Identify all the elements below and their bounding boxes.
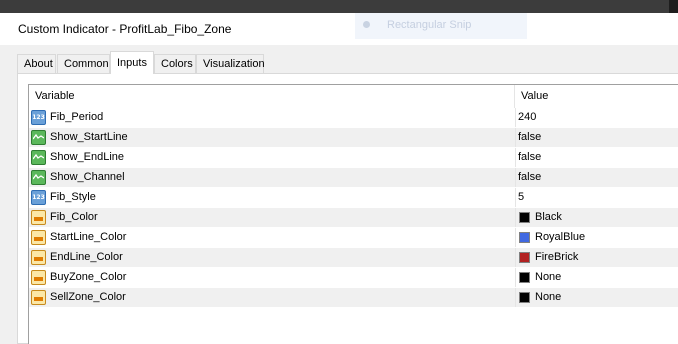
color-swatch [519,292,530,303]
numeric-icon: 123 [31,190,46,205]
variable-name: Show_Channel [50,171,125,183]
column-header-variable[interactable]: Variable [35,85,75,108]
table-row[interactable]: 123 Fib_Period 240 [29,108,678,128]
value-text: 5 [518,191,525,203]
tab-colors[interactable]: Colors [154,54,196,73]
value-cell[interactable]: 240 [515,108,678,127]
snip-label: Rectangular Snip [387,19,472,31]
numeric-icon-label: 123 [32,114,45,121]
value-text: false [518,151,542,163]
variable-cell[interactable]: 123 Fib_Style [29,188,514,207]
variable-cell[interactable]: Fib_Color [29,208,514,227]
table-row[interactable]: 123 Fib_Style 5 [29,188,678,208]
value-text: None [535,271,562,283]
color-swatch [519,232,530,243]
value-text: FireBrick [535,251,579,263]
column-header-value[interactable]: Value [521,85,548,108]
table-row[interactable]: Show_Channel false [29,168,678,188]
table-row[interactable]: BuyZone_Color None [29,268,678,288]
value-cell[interactable]: None [515,288,678,307]
color-icon [31,290,46,305]
variable-cell[interactable]: StartLine_Color [29,228,514,247]
value-cell[interactable]: 5 [515,188,678,207]
variable-name: BuyZone_Color [50,271,127,283]
table-row[interactable]: Show_EndLine false [29,148,678,168]
grid-header: Variable Value [29,85,678,109]
tab-common[interactable]: Common [57,54,110,73]
value-text: RoyalBlue [535,231,586,243]
table-row[interactable]: Fib_Color Black [29,208,678,228]
grid-rows: 123 Fib_Period 240 Show_StartLine false … [29,108,678,308]
value-cell[interactable]: false [515,168,678,187]
rectangular-snip-overlay: Rectangular Snip [355,13,527,39]
snip-icon [363,21,370,28]
value-cell[interactable]: RoyalBlue [515,228,678,247]
variable-name: SellZone_Color [50,291,126,303]
window-corner [669,0,678,13]
inputs-grid: Variable Value 123 Fib_Period 240 Show_S… [28,84,678,344]
value-text: Black [535,211,562,223]
variable-cell[interactable]: 123 Fib_Period [29,108,514,127]
value-text: 240 [518,111,537,123]
tab-visualization[interactable]: Visualization [196,54,265,73]
value-text: None [535,291,562,303]
value-cell[interactable]: FireBrick [515,248,678,267]
variable-name: StartLine_Color [50,231,127,243]
variable-cell[interactable]: Show_EndLine [29,148,514,167]
boolean-icon [31,130,46,145]
value-cell[interactable]: Black [515,208,678,227]
value-text: false [518,171,542,183]
variable-name: Fib_Color [50,211,98,223]
tab-inputs[interactable]: Inputs [110,51,154,74]
value-cell[interactable]: false [515,148,678,167]
boolean-icon [31,170,46,185]
variable-name: Fib_Style [50,191,96,203]
color-icon [31,230,46,245]
table-row[interactable]: Show_StartLine false [29,128,678,148]
dialog-title: Custom Indicator - ProfitLab_Fibo_Zone [18,22,232,36]
variable-name: Show_StartLine [50,131,128,143]
window-top-strip [0,0,678,13]
color-icon [31,270,46,285]
table-row[interactable]: StartLine_Color RoyalBlue [29,228,678,248]
value-cell[interactable]: false [515,128,678,147]
table-row[interactable]: SellZone_Color None [29,288,678,308]
column-divider[interactable] [514,85,515,108]
variable-name: Show_EndLine [50,151,125,163]
title-bar: Custom Indicator - ProfitLab_Fibo_Zone [0,13,678,45]
color-swatch [519,272,530,283]
color-icon [31,210,46,225]
numeric-icon: 123 [31,110,46,125]
value-cell[interactable]: None [515,268,678,287]
variable-name: EndLine_Color [50,251,123,263]
color-icon [31,250,46,265]
variable-name: Fib_Period [50,111,104,123]
boolean-icon [31,150,46,165]
table-row[interactable]: EndLine_Color FireBrick [29,248,678,268]
variable-cell[interactable]: BuyZone_Color [29,268,514,287]
color-swatch [519,252,530,263]
tab-about[interactable]: About [17,54,56,73]
color-swatch [519,212,530,223]
numeric-icon-label: 123 [32,194,45,201]
variable-cell[interactable]: EndLine_Color [29,248,514,267]
value-text: false [518,131,542,143]
variable-cell[interactable]: SellZone_Color [29,288,514,307]
variable-cell[interactable]: Show_StartLine [29,128,514,147]
variable-cell[interactable]: Show_Channel [29,168,514,187]
